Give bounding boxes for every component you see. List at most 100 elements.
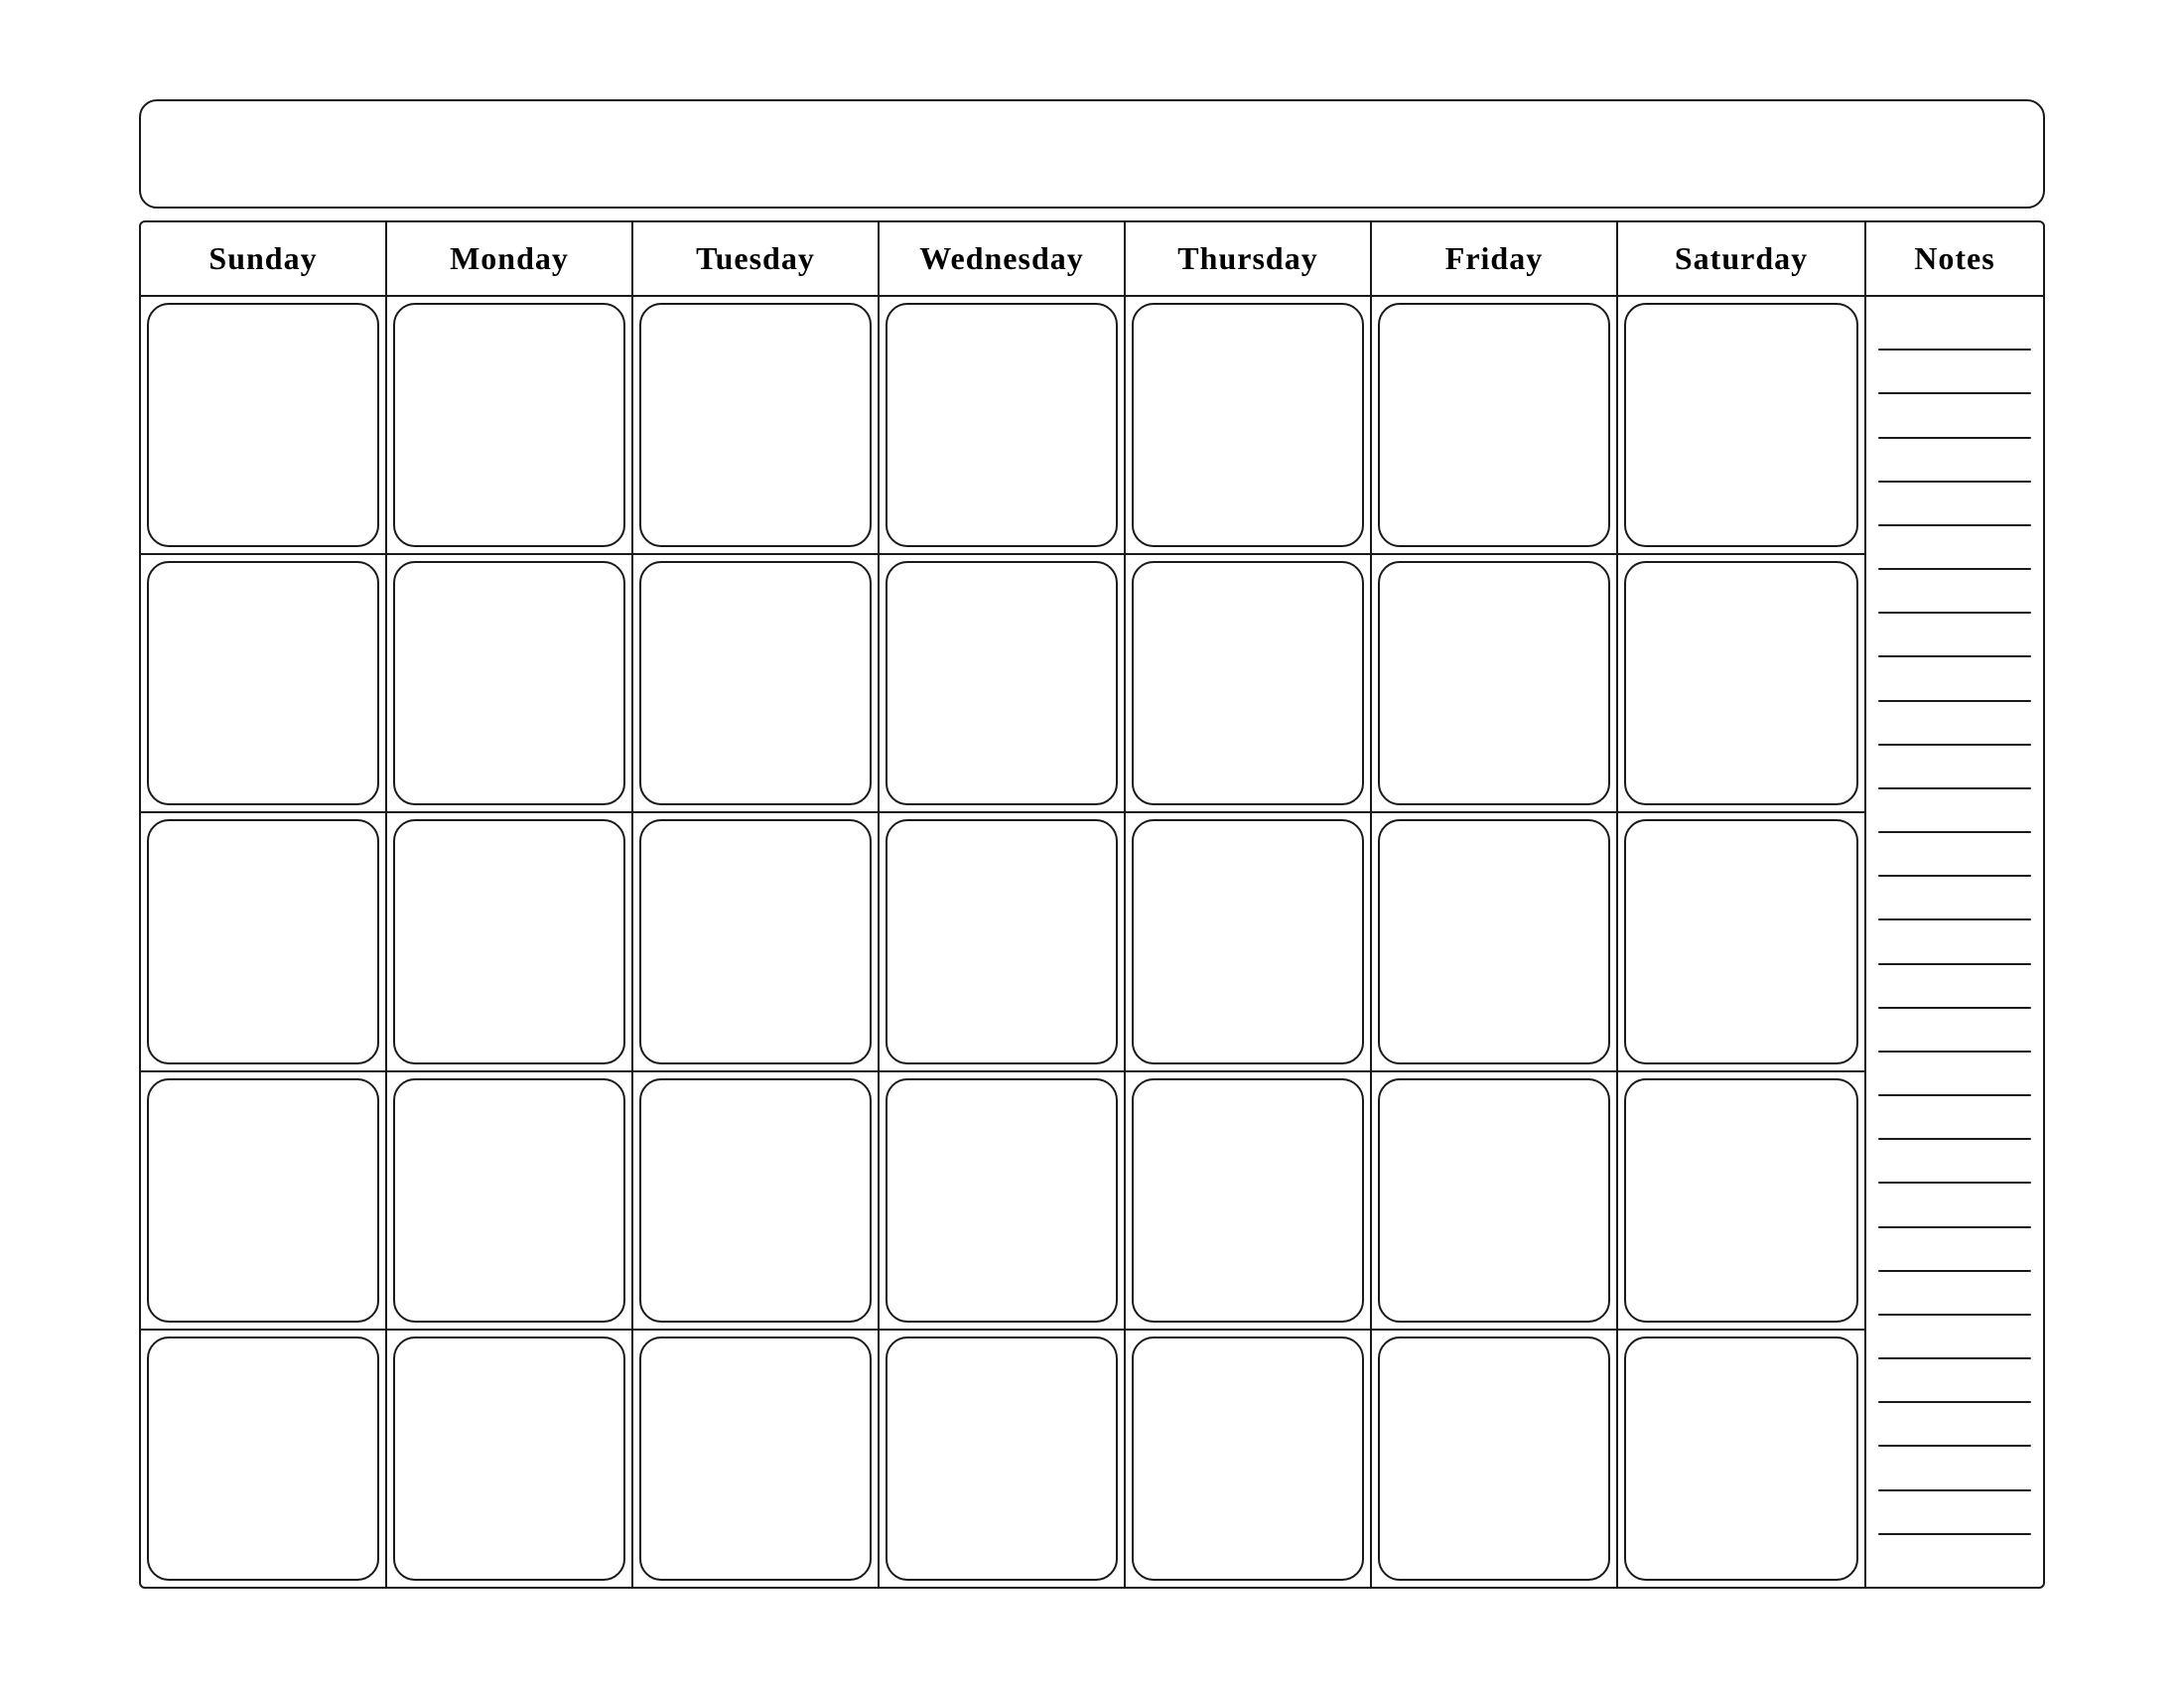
day-cell[interactable]: [1372, 813, 1618, 1069]
day-cell-inner: [886, 303, 1118, 547]
day-cell[interactable]: [1618, 297, 1864, 553]
week-row-2: [141, 555, 1864, 813]
day-cell-inner: [1624, 303, 1858, 547]
day-cell[interactable]: [1372, 1331, 1618, 1587]
day-cell-inner: [639, 303, 872, 547]
day-cell[interactable]: [1618, 1072, 1864, 1329]
day-cell[interactable]: [387, 813, 633, 1069]
day-cell-inner: [1378, 1078, 1610, 1323]
note-line: [1878, 1357, 2031, 1359]
day-cell-inner: [639, 1336, 872, 1581]
day-cell-inner: [1132, 561, 1364, 805]
day-cell-inner: [393, 819, 625, 1063]
day-cell[interactable]: [1126, 297, 1372, 553]
day-cell-inner: [1624, 561, 1858, 805]
day-cell[interactable]: [633, 1331, 880, 1587]
note-line: [1878, 1533, 2031, 1535]
note-line: [1878, 612, 2031, 614]
notes-panel: Notes: [1864, 222, 2043, 1587]
note-line: [1878, 1270, 2031, 1272]
note-line: [1878, 1445, 2031, 1447]
day-cell[interactable]: [141, 297, 387, 553]
day-cell[interactable]: [141, 555, 387, 811]
note-line: [1878, 787, 2031, 789]
note-line: [1878, 481, 2031, 483]
day-cell[interactable]: [633, 813, 880, 1069]
day-cell[interactable]: [1126, 1331, 1372, 1587]
note-line: [1878, 524, 2031, 526]
day-cell[interactable]: [1126, 555, 1372, 811]
day-cell-inner: [1378, 1336, 1610, 1581]
day-cell-inner: [639, 561, 872, 805]
note-line: [1878, 1007, 2031, 1009]
day-header-saturday: Saturday: [1618, 222, 1864, 295]
day-cell-inner: [639, 819, 872, 1063]
title-bar: [139, 99, 2045, 209]
day-cell[interactable]: [141, 813, 387, 1069]
day-cell[interactable]: [880, 555, 1126, 811]
notes-lines: [1866, 297, 2043, 1587]
notes-header: Notes: [1866, 222, 2043, 297]
day-cell-inner: [886, 1078, 1118, 1323]
note-line: [1878, 1138, 2031, 1140]
note-line: [1878, 349, 2031, 351]
calendar-grid: SundayMondayTuesdayWednesdayThursdayFrid…: [141, 222, 1864, 1587]
day-cell[interactable]: [1372, 1072, 1618, 1329]
note-line: [1878, 831, 2031, 833]
day-cell[interactable]: [1126, 1072, 1372, 1329]
day-cell-inner: [147, 303, 379, 547]
day-header-friday: Friday: [1372, 222, 1618, 295]
day-cell[interactable]: [387, 1072, 633, 1329]
day-header-tuesday: Tuesday: [633, 222, 880, 295]
day-cell-inner: [1132, 819, 1364, 1063]
day-cell[interactable]: [141, 1072, 387, 1329]
day-cell-inner: [1132, 303, 1364, 547]
day-cell[interactable]: [880, 297, 1126, 553]
note-line: [1878, 700, 2031, 702]
note-line: [1878, 918, 2031, 920]
day-cell[interactable]: [633, 555, 880, 811]
day-cell[interactable]: [1618, 813, 1864, 1069]
day-cell[interactable]: [1372, 555, 1618, 811]
day-cell[interactable]: [387, 1331, 633, 1587]
calendar-main: SundayMondayTuesdayWednesdayThursdayFrid…: [139, 220, 2045, 1589]
note-line: [1878, 1489, 2031, 1491]
day-cell-inner: [1132, 1078, 1364, 1323]
day-cell[interactable]: [880, 813, 1126, 1069]
day-cell-inner: [147, 1336, 379, 1581]
note-line: [1878, 1182, 2031, 1184]
day-cell-inner: [886, 1336, 1118, 1581]
day-cell[interactable]: [387, 297, 633, 553]
note-line: [1878, 963, 2031, 965]
note-line: [1878, 655, 2031, 657]
day-cell-inner: [147, 561, 379, 805]
day-cell-inner: [886, 819, 1118, 1063]
day-cell[interactable]: [1372, 297, 1618, 553]
day-cell-inner: [393, 1336, 625, 1581]
day-cell[interactable]: [633, 297, 880, 553]
day-cell[interactable]: [141, 1331, 387, 1587]
day-cell-inner: [147, 1078, 379, 1323]
note-line: [1878, 1226, 2031, 1228]
day-cell-inner: [393, 1078, 625, 1323]
day-cell-inner: [393, 303, 625, 547]
day-cell[interactable]: [633, 1072, 880, 1329]
day-cell-inner: [393, 561, 625, 805]
day-header-wednesday: Wednesday: [880, 222, 1126, 295]
day-cell-inner: [147, 819, 379, 1063]
week-row-4: [141, 1072, 1864, 1331]
day-cell[interactable]: [387, 555, 633, 811]
day-cell[interactable]: [1618, 1331, 1864, 1587]
week-row-5: [141, 1331, 1864, 1587]
note-line: [1878, 1051, 2031, 1053]
weeks-container: [141, 297, 1864, 1587]
day-cell[interactable]: [1618, 555, 1864, 811]
day-header-thursday: Thursday: [1126, 222, 1372, 295]
day-cell-inner: [1624, 1336, 1858, 1581]
day-cell[interactable]: [880, 1331, 1126, 1587]
day-cell[interactable]: [1126, 813, 1372, 1069]
day-cell-inner: [1378, 561, 1610, 805]
calendar-wrapper: SundayMondayTuesdayWednesdayThursdayFrid…: [99, 60, 2085, 1628]
day-headers: SundayMondayTuesdayWednesdayThursdayFrid…: [141, 222, 1864, 297]
day-cell[interactable]: [880, 1072, 1126, 1329]
